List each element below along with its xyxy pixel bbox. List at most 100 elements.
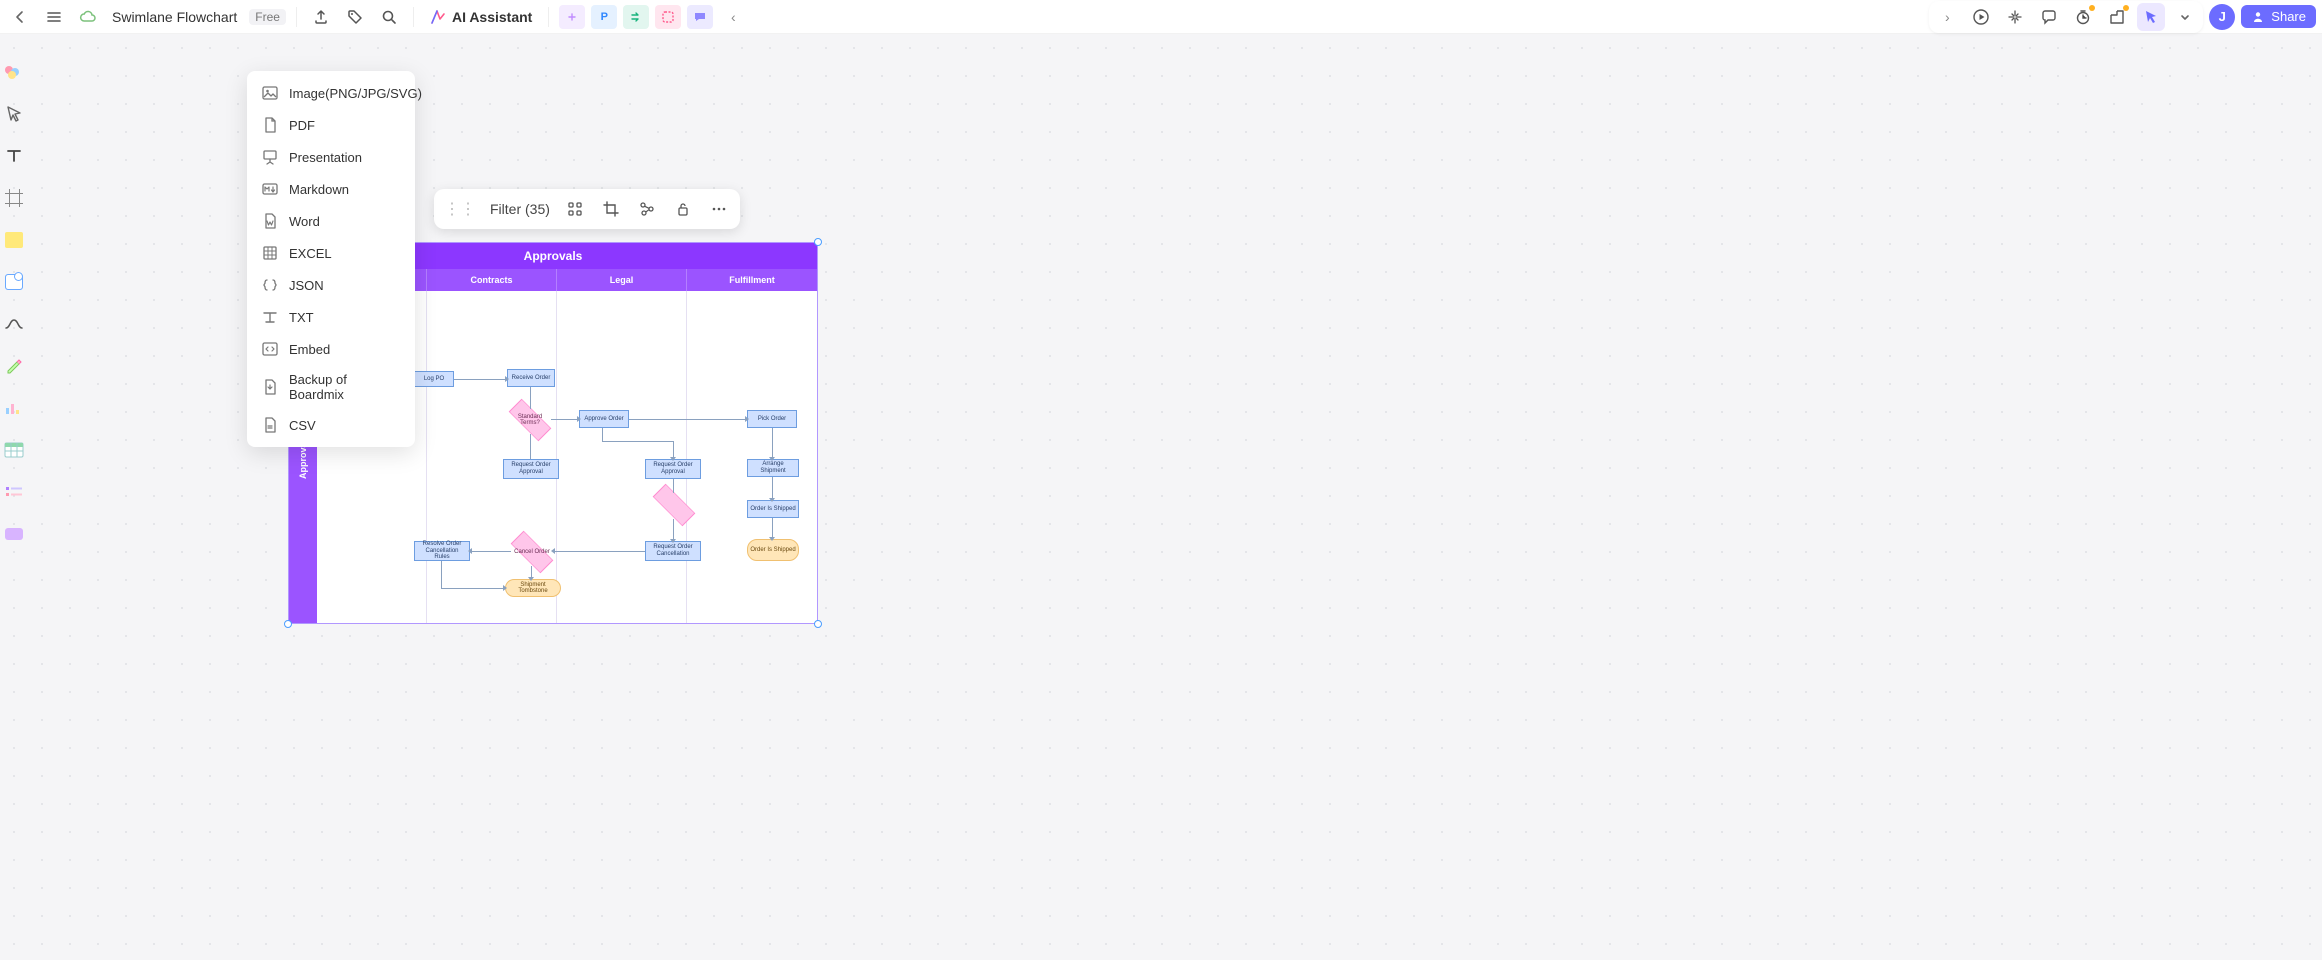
sparkle-icon[interactable]: [2001, 3, 2029, 31]
arrow-icon: [670, 457, 676, 461]
pdf-icon: [261, 116, 279, 134]
filter-label[interactable]: Filter (35): [490, 201, 550, 217]
lane-legal: [557, 291, 687, 623]
expand-right-icon[interactable]: ›: [1933, 3, 1961, 31]
export-txt[interactable]: TXT: [247, 301, 415, 333]
export-csv[interactable]: CSV: [247, 409, 415, 441]
shape-resolve-cancellation[interactable]: Resolve Order Cancellation Rules: [414, 541, 470, 561]
connector: [454, 379, 507, 380]
tool-connector-icon[interactable]: [2, 312, 26, 336]
ai-logo-icon: [430, 9, 446, 25]
shape-order-shipped[interactable]: Order Is Shipped: [747, 500, 799, 518]
cloud-icon[interactable]: [74, 3, 102, 31]
tool-frame-icon[interactable]: [2, 186, 26, 210]
shape-receive-order[interactable]: Receive Order: [507, 369, 555, 387]
tool-shapes-icon[interactable]: [2, 60, 26, 84]
shape-cancel-order-label: Cancel Order: [511, 538, 553, 566]
tool-chart-icon[interactable]: [2, 396, 26, 420]
canvas[interactable]: Image(PNG/JPG/SVG) PDF Presentation Mark…: [0, 34, 2322, 960]
cursor-tool-icon[interactable]: [2137, 3, 2165, 31]
file-title[interactable]: Swimlane Flowchart: [112, 9, 237, 25]
shape-order-shipped-term[interactable]: Order Is Shipped: [747, 539, 799, 561]
lane-header-fulfillment[interactable]: Fulfillment: [687, 269, 817, 291]
connector: [772, 428, 773, 459]
ai-assistant-button[interactable]: AI Assistant: [424, 3, 538, 31]
selection-handle[interactable]: [284, 620, 292, 628]
grid-icon[interactable]: [564, 198, 586, 220]
tag-icon[interactable]: [341, 3, 369, 31]
share-button[interactable]: Share: [2241, 5, 2316, 28]
chip-share-icon[interactable]: [623, 5, 649, 29]
selection-handle[interactable]: [814, 620, 822, 628]
export-icon[interactable]: [307, 3, 335, 31]
shape-request-cancellation[interactable]: Request Order Cancellation: [645, 541, 701, 561]
top-bar: Swimlane Flowchart Free AI Assistant P: [0, 0, 2322, 34]
shape-request-approval[interactable]: Request Order Approval: [503, 459, 559, 479]
arrow-icon: [745, 416, 749, 422]
image-icon: [261, 84, 279, 102]
export-word[interactable]: Word: [247, 205, 415, 237]
more-icon[interactable]: [708, 198, 730, 220]
arrow-icon: [769, 457, 775, 461]
shape-standard-terms[interactable]: Standard Terms?: [509, 406, 551, 434]
export-image[interactable]: Image(PNG/JPG/SVG): [247, 77, 415, 109]
shape-standard-terms-label: Standard Terms?: [509, 406, 551, 434]
menu-icon[interactable]: [40, 3, 68, 31]
tool-card-icon[interactable]: [2, 522, 26, 546]
arrow-icon: [505, 376, 509, 382]
chip-comment-icon[interactable]: [687, 5, 713, 29]
shape-request-approval2[interactable]: Request Order Approval: [645, 459, 701, 479]
tool-note-icon[interactable]: [2, 228, 26, 252]
shape-log-po[interactable]: Log PO: [414, 371, 454, 387]
tool-table-icon[interactable]: [2, 438, 26, 462]
play-icon[interactable]: [1967, 3, 1995, 31]
user-avatar[interactable]: J: [2209, 4, 2235, 30]
collapse-left-icon[interactable]: ‹: [719, 3, 747, 31]
tool-text-icon[interactable]: [2, 144, 26, 168]
connector: [553, 551, 645, 552]
ai-assistant-label: AI Assistant: [452, 9, 532, 25]
arrow-icon: [528, 577, 534, 581]
export-json[interactable]: JSON: [247, 269, 415, 301]
export-presentation[interactable]: Presentation: [247, 141, 415, 173]
shape-approve-diamond[interactable]: [653, 491, 695, 519]
lane-header-legal[interactable]: Legal: [557, 269, 687, 291]
link-icon[interactable]: [636, 198, 658, 220]
plan-badge: Free: [249, 9, 286, 25]
chip-x-icon[interactable]: [655, 5, 681, 29]
tool-list-icon[interactable]: [2, 480, 26, 504]
shape-shipment-tombstone[interactable]: Shipment Tombstone: [505, 579, 561, 597]
selection-handle[interactable]: [814, 238, 822, 246]
crop-icon[interactable]: [600, 198, 622, 220]
export-embed[interactable]: Embed: [247, 333, 415, 365]
drag-handle-icon[interactable]: ⋮⋮: [444, 199, 476, 219]
layers-icon[interactable]: [2103, 3, 2131, 31]
chip-p-icon[interactable]: P: [591, 5, 617, 29]
timer-icon[interactable]: [2069, 3, 2097, 31]
right-toolbar: ›: [1929, 1, 2203, 33]
back-icon[interactable]: [6, 3, 34, 31]
comment-icon[interactable]: [2035, 3, 2063, 31]
lock-icon[interactable]: [672, 198, 694, 220]
chip-add-icon[interactable]: [559, 5, 585, 29]
shape-cancel-order[interactable]: Cancel Order: [511, 538, 553, 566]
shape-pick-order[interactable]: Pick Order: [747, 410, 797, 428]
export-excel[interactable]: EXCEL: [247, 237, 415, 269]
tool-rectangle-icon[interactable]: [2, 270, 26, 294]
tool-navigate-icon[interactable]: [2, 102, 26, 126]
chevron-down-icon[interactable]: [2171, 3, 2199, 31]
connector: [530, 387, 531, 409]
export-pdf[interactable]: PDF: [247, 109, 415, 141]
shape-arrange-shipment[interactable]: Arrange Shipment: [747, 459, 799, 477]
export-item-label: Markdown: [289, 182, 349, 197]
shape-approve-order[interactable]: Approve Order: [579, 410, 629, 428]
tool-pen-icon[interactable]: [2, 354, 26, 378]
export-item-label: PDF: [289, 118, 315, 133]
search-icon[interactable]: [375, 3, 403, 31]
export-markdown[interactable]: Markdown: [247, 173, 415, 205]
lane-header-contracts[interactable]: Contracts: [427, 269, 557, 291]
connector: [673, 519, 674, 541]
share-label: Share: [2271, 9, 2306, 24]
separator: [296, 7, 297, 27]
export-backup[interactable]: Backup of Boardmix: [247, 365, 415, 409]
